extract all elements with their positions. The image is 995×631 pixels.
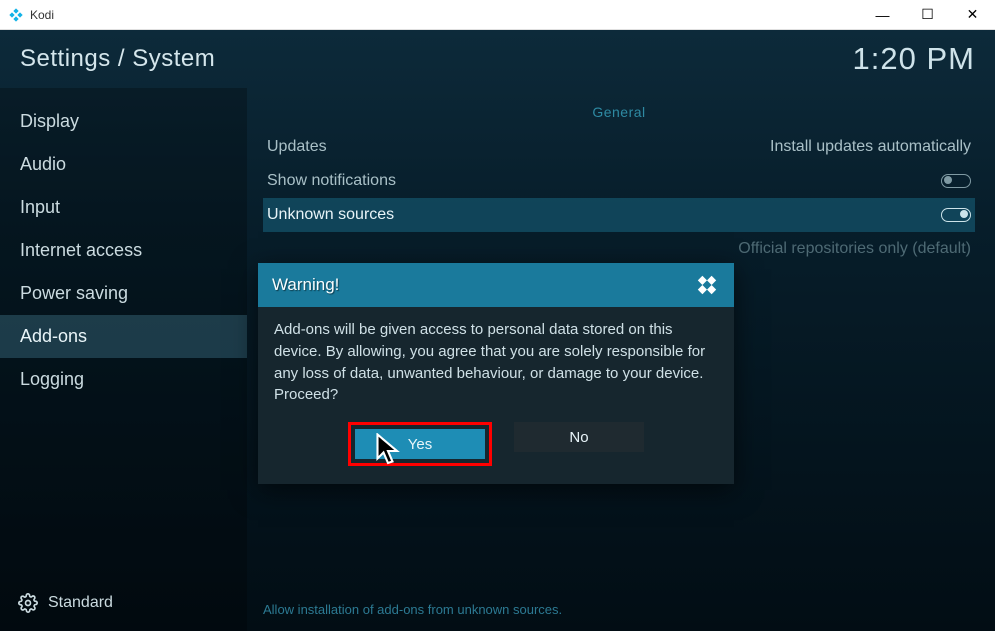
section-header: General <box>263 88 975 130</box>
no-button[interactable]: No <box>514 422 644 452</box>
sidebar-item-power-saving[interactable]: Power saving <box>0 272 247 315</box>
app-root: Settings / System 1:20 PM Display Audio … <box>0 30 995 631</box>
sidebar-item-addons[interactable]: Add-ons <box>0 315 247 358</box>
toggle-off-icon[interactable] <box>941 174 971 188</box>
window-titlebar: Kodi — ☐ ✕ <box>0 0 995 30</box>
maximize-button[interactable]: ☐ <box>905 0 950 30</box>
toggle-on-icon[interactable] <box>941 208 971 222</box>
setting-updates[interactable]: Updates Install updates automatically <box>263 130 975 164</box>
yes-button[interactable]: Yes <box>355 429 485 459</box>
dialog-title-bar: Warning! <box>258 263 734 307</box>
setting-show-notifications[interactable]: Show notifications <box>263 164 975 198</box>
sidebar: Display Audio Input Internet access Powe… <box>0 88 247 631</box>
sidebar-item-logging[interactable]: Logging <box>0 358 247 401</box>
help-text: Allow installation of add-ons from unkno… <box>263 602 562 617</box>
settings-level-label: Standard <box>48 594 113 612</box>
sidebar-item-audio[interactable]: Audio <box>0 143 247 186</box>
settings-level[interactable]: Standard <box>0 579 247 631</box>
setting-value: Official repositories only (default) <box>738 240 971 258</box>
dialog-title: Warning! <box>272 275 694 295</box>
warning-dialog: Warning! Add-ons will be given access to… <box>258 263 734 484</box>
dialog-body: Add-ons will be given access to personal… <box>258 307 734 422</box>
kodi-icon <box>8 7 24 23</box>
highlight-annotation: Yes <box>348 422 492 466</box>
gear-icon <box>18 593 38 613</box>
sidebar-item-internet-access[interactable]: Internet access <box>0 229 247 272</box>
sidebar-item-display[interactable]: Display <box>0 100 247 143</box>
window-title: Kodi <box>30 8 860 22</box>
setting-label: Updates <box>267 138 770 156</box>
sidebar-item-input[interactable]: Input <box>0 186 247 229</box>
setting-update-repos[interactable]: Official repositories only (default) <box>263 232 975 266</box>
clock: 1:20 PM <box>853 41 975 77</box>
minimize-button[interactable]: — <box>860 0 905 30</box>
header: Settings / System 1:20 PM <box>0 30 995 88</box>
breadcrumb: Settings / System <box>20 45 215 73</box>
setting-unknown-sources[interactable]: Unknown sources <box>263 198 975 232</box>
close-button[interactable]: ✕ <box>950 0 995 30</box>
setting-label: Unknown sources <box>267 206 941 224</box>
kodi-icon <box>694 272 720 298</box>
setting-label: Show notifications <box>267 172 941 190</box>
setting-value: Install updates automatically <box>770 138 971 156</box>
